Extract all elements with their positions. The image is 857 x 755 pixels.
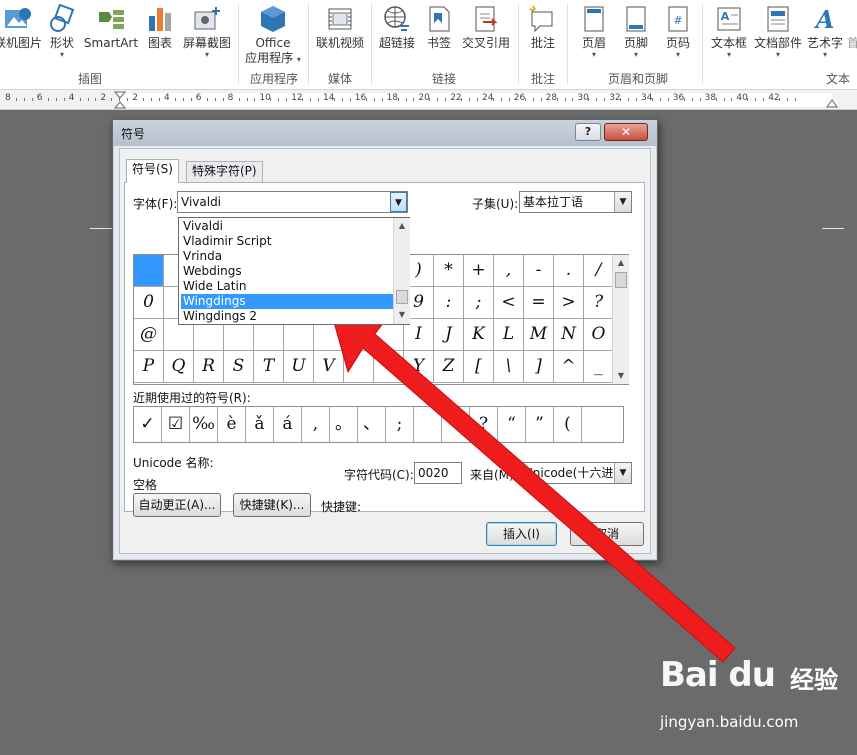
dropdown-scrollbar[interactable]: ▲ ▼ [393, 218, 410, 324]
font-list-item[interactable]: Webdings [181, 264, 393, 279]
font-dropdown-list[interactable]: Vivaldi Vladimir Script Vrinda Webdings Wide… [178, 217, 410, 325]
scroll-down-icon[interactable]: ▼ [394, 307, 410, 323]
watermark-url: jingyan.baidu.com [660, 713, 799, 731]
annotation-arrow-icon [329, 307, 736, 663]
scroll-thumb[interactable] [396, 290, 408, 304]
font-list-item[interactable]: Vrinda [181, 249, 393, 264]
tab-symbols[interactable]: 符号(S) [126, 159, 179, 183]
font-list-item[interactable]: Wingdings 2 [181, 309, 393, 324]
font-list-item[interactable]: Vladimir Script [181, 234, 393, 249]
font-list-item[interactable]: Wingdings [181, 294, 393, 309]
font-list-item[interactable]: Vivaldi [181, 219, 393, 234]
baidu-logo: Bai du [660, 655, 776, 695]
watermark-brand: 经验 [790, 666, 838, 694]
baidu-watermark: Bai du 经验 jingyan.baidu.com [660, 655, 850, 745]
font-list-item[interactable]: Wide Latin [181, 279, 393, 294]
scroll-up-icon[interactable]: ▲ [394, 218, 410, 234]
